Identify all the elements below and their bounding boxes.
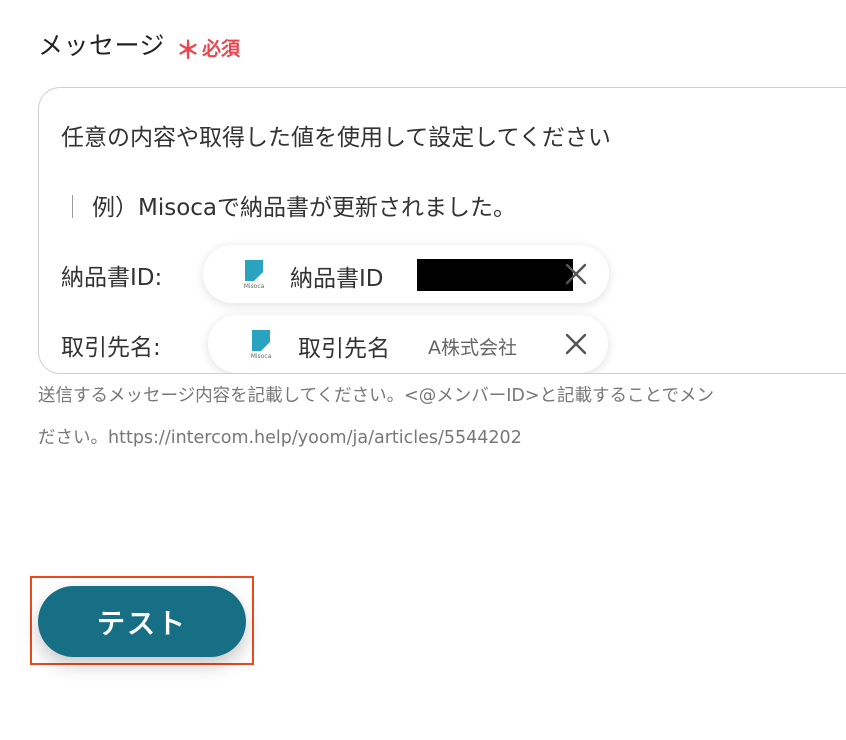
message-line-2: ｜ 例）Misocaで納品書が更新されました。 bbox=[61, 188, 516, 222]
redacted-value bbox=[417, 259, 573, 291]
chip-label: 納品書ID bbox=[290, 266, 384, 292]
close-icon[interactable] bbox=[563, 261, 589, 287]
chip-label: 取引先名 bbox=[298, 336, 390, 362]
message-line-1: 任意の内容や取得した値を使用して設定してください bbox=[61, 125, 611, 151]
required-label: 必須 bbox=[202, 38, 241, 60]
row-label-client-name: 取引先名: bbox=[61, 335, 161, 361]
test-button[interactable]: テスト bbox=[38, 586, 246, 657]
help-text-line-2: ださい。https://intercom.help/yoom/ja/articl… bbox=[38, 428, 522, 448]
variable-chip-client-name[interactable]: Misoca 取引先名 A株式会社 bbox=[208, 315, 608, 373]
message-field-label: メッセージ bbox=[38, 31, 166, 60]
variable-chip-invoice-id[interactable]: Misoca 納品書ID bbox=[203, 245, 609, 303]
misoca-logo-icon: Misoca bbox=[239, 259, 269, 291]
misoca-brand-text: Misoca bbox=[243, 283, 265, 290]
close-icon[interactable] bbox=[563, 331, 589, 357]
message-line-2-text: 例）Misocaで納品書が更新されました。 bbox=[92, 195, 517, 221]
help-text-line-1: 送信するメッセージ内容を記載してください。<@メンバーID>と記載することでメン bbox=[38, 386, 715, 406]
misoca-logo-icon: Misoca bbox=[246, 329, 276, 361]
misoca-brand-text: Misoca bbox=[250, 353, 272, 360]
cursor-bar: ｜ bbox=[61, 195, 84, 221]
required-asterisk: ＊ bbox=[176, 36, 200, 64]
message-textarea[interactable]: 任意の内容や取得した値を使用して設定してください ｜ 例）Misocaで納品書が更… bbox=[38, 87, 846, 374]
row-label-invoice-id: 納品書ID: bbox=[61, 265, 163, 291]
chip-value: A株式会社 bbox=[428, 337, 517, 359]
